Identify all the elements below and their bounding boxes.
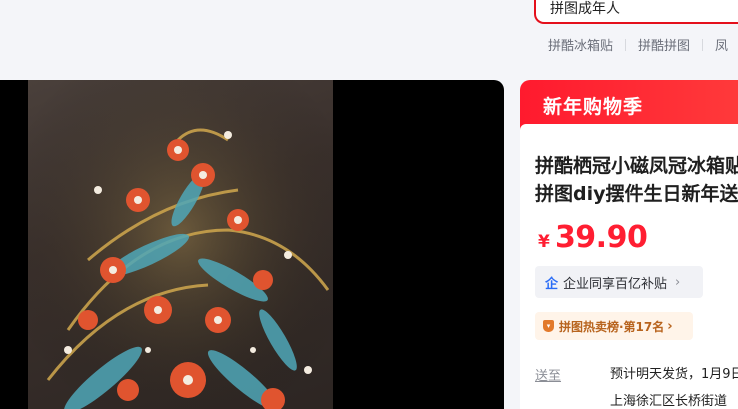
- chevron-right-icon: ›: [667, 318, 673, 334]
- promo-title: 新年购物季: [543, 96, 644, 118]
- chevron-right-icon: ›: [675, 274, 681, 290]
- price-currency: ¥: [538, 232, 550, 252]
- product-title: 拼酷栖冠小磁凤冠冰箱贴 拼图diy摆件生日新年送: [535, 152, 738, 208]
- subsidy-label: 企业同享百亿补贴: [563, 276, 668, 292]
- product-info-panel: 新年购物季 拼酷栖冠小磁凤冠冰箱贴 拼图diy摆件生日新年送 ¥ 39.90 企…: [520, 80, 738, 409]
- hot-words: 拼酷冰箱贴 拼酷拼图 凤: [548, 35, 728, 54]
- enterprise-badge-icon: 企: [545, 276, 559, 292]
- delivery-address[interactable]: 上海徐汇区长桥街道: [610, 390, 727, 409]
- hot-word-3[interactable]: 凤: [715, 35, 728, 54]
- ranking-label: 拼图热卖榜·第17名: [559, 319, 665, 334]
- price-value: 39.90: [554, 220, 648, 255]
- ship-to-label[interactable]: 送至: [535, 365, 561, 384]
- promo-banner[interactable]: 新年购物季: [520, 80, 738, 130]
- phoenix-crown-illustration: [28, 80, 333, 409]
- hot-word-1[interactable]: 拼酷冰箱贴: [548, 35, 613, 54]
- hot-word-2[interactable]: 拼酷拼图: [638, 35, 690, 54]
- ranking-shield-icon: ▾: [543, 320, 554, 332]
- product-gallery[interactable]: [0, 80, 504, 409]
- product-title-line-2: 拼图diy摆件生日新年送: [535, 183, 738, 205]
- price: ¥ 39.90: [538, 220, 648, 255]
- product-title-line-1: 拼酷栖冠小磁凤冠冰箱贴: [535, 155, 738, 177]
- enterprise-subsidy-tag[interactable]: 企 企业同享百亿补贴 ›: [535, 266, 703, 298]
- search-input[interactable]: 拼图成年人: [550, 0, 620, 18]
- divider: [625, 38, 627, 51]
- product-photo[interactable]: [28, 80, 333, 409]
- ranking-tag[interactable]: ▾ 拼图热卖榜·第17名 ›: [535, 312, 693, 340]
- divider: [702, 38, 704, 51]
- search-box[interactable]: 拼图成年人: [534, 0, 738, 24]
- delivery-estimate: 预计明天发货，1月9日: [610, 367, 738, 382]
